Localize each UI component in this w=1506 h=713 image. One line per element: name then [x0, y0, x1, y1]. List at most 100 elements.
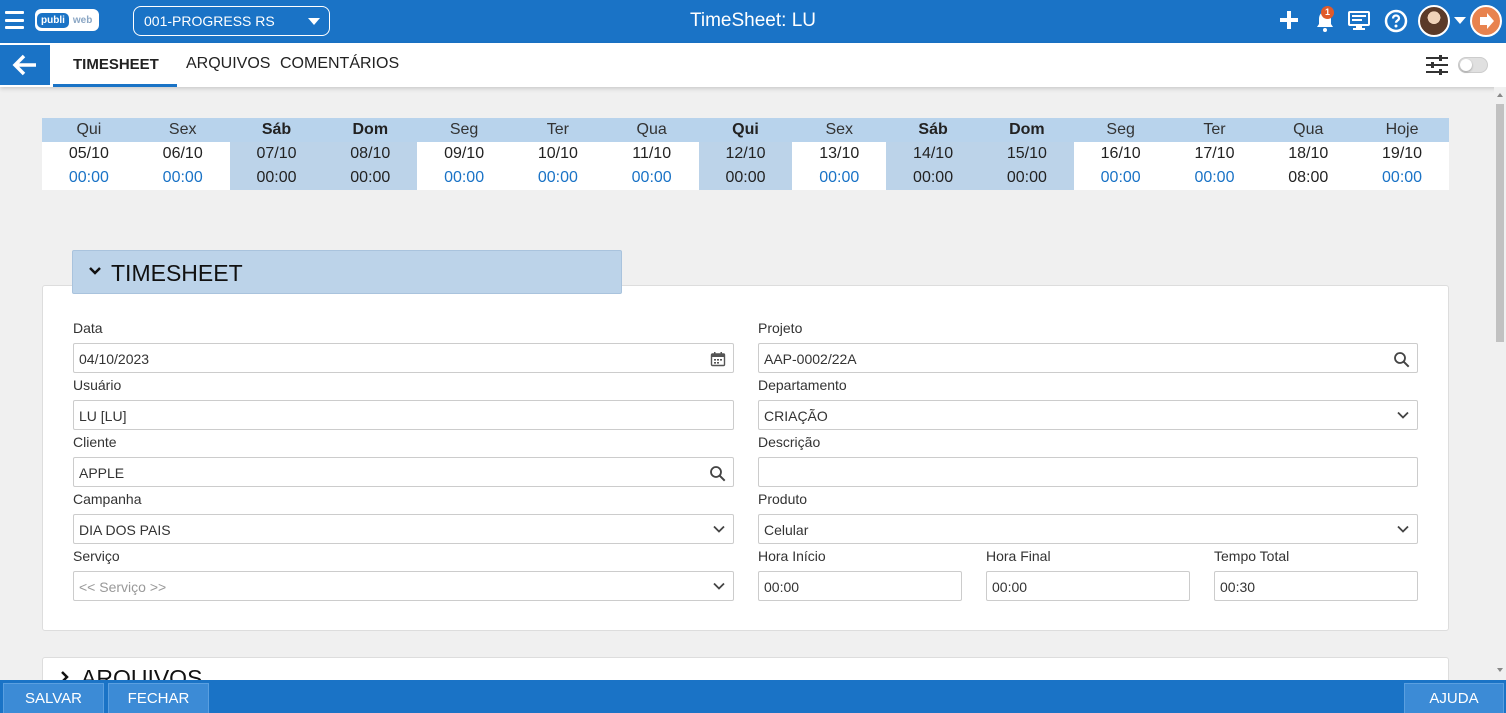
date-field-value: 04/10/2023 — [79, 351, 150, 367]
logo-text-publi: publi — [37, 12, 69, 28]
help-button[interactable]: AJUDA — [1404, 683, 1504, 713]
servico-select-placeholder: << Serviço >> — [79, 579, 167, 595]
calendar-day[interactable]: Qua 18/10 08:00 — [1261, 118, 1356, 190]
day-date: 19/10 — [1355, 142, 1449, 166]
calendar-day[interactable]: Dom 15/10 00:00 — [979, 118, 1074, 190]
scroll-down-icon[interactable] — [1497, 668, 1503, 672]
calendar-day[interactable]: Qui 05/10 00:00 — [42, 118, 136, 190]
day-hours: 00:00 — [979, 166, 1074, 190]
campanha-select-value: DIA DOS PAIS — [79, 522, 171, 538]
view-toggle[interactable] — [1458, 57, 1488, 73]
servico-select[interactable]: << Serviço >> — [73, 571, 734, 601]
calendar-day[interactable]: Qui 12/10 00:00 — [698, 118, 793, 190]
day-date: 08/10 — [323, 142, 418, 166]
day-date: 18/10 — [1261, 142, 1356, 166]
day-date: 10/10 — [510, 142, 605, 166]
calendar-day[interactable]: Sex 13/10 00:00 — [792, 118, 887, 190]
day-weekday: Qua — [604, 118, 699, 142]
day-hours: 00:00 — [698, 166, 793, 190]
tempo-total-value: 00:30 — [1220, 579, 1256, 595]
logout-icon — [1480, 13, 1494, 29]
descricao-field[interactable] — [758, 457, 1418, 487]
company-select[interactable]: 001-PROGRESS RS — [133, 6, 330, 36]
scrollbar-thumb[interactable] — [1496, 104, 1504, 342]
departamento-label: Departamento — [758, 377, 847, 393]
day-hours: 00:00 — [135, 166, 230, 190]
sliders-icon[interactable] — [1425, 54, 1449, 76]
day-hours: 00:00 — [42, 166, 136, 190]
calendar-day[interactable]: Dom 08/10 00:00 — [323, 118, 418, 190]
chevron-down-icon — [1397, 411, 1409, 419]
day-hours: 00:00 — [1355, 166, 1449, 190]
day-weekday: Qui — [698, 118, 793, 142]
hora-inicio-field[interactable]: 00:00 — [758, 571, 962, 601]
projeto-field-value: AAP-0002/22A — [764, 351, 857, 367]
day-weekday: Sáb — [886, 118, 980, 142]
calendar-day[interactable]: Sáb 07/10 00:00 — [229, 118, 324, 190]
day-hours: 00:00 — [323, 166, 418, 190]
day-weekday: Qui — [42, 118, 136, 142]
day-date: 05/10 — [42, 142, 136, 166]
usuario-label: Usuário — [73, 377, 122, 393]
chevron-down-icon — [89, 267, 101, 275]
chevron-down-icon — [1397, 525, 1409, 533]
notifications-button[interactable]: 1 — [1314, 6, 1336, 38]
day-date: 06/10 — [135, 142, 230, 166]
hora-final-value: 00:00 — [992, 579, 1028, 595]
save-button[interactable]: SALVAR — [3, 683, 104, 713]
projeto-field[interactable]: AAP-0002/22A — [758, 343, 1418, 373]
cliente-field[interactable]: APPLE — [73, 457, 734, 487]
vertical-scrollbar[interactable] — [1494, 87, 1506, 680]
calendar-day[interactable]: Qua 11/10 00:00 — [604, 118, 699, 190]
chevron-down-icon — [713, 525, 725, 533]
produto-select[interactable]: Celular — [758, 514, 1418, 544]
monitor-icon[interactable] — [1348, 11, 1370, 31]
calendar-day[interactable]: Sex 06/10 00:00 — [135, 118, 230, 190]
calendar-day[interactable]: Seg 09/10 00:00 — [417, 118, 511, 190]
tab-comentarios[interactable]: COMENTÁRIOS — [280, 55, 399, 73]
plus-icon[interactable] — [1278, 8, 1300, 32]
calendar-day[interactable]: Hoje 19/10 00:00 — [1355, 118, 1449, 190]
campanha-label: Campanha — [73, 491, 142, 507]
logout-button[interactable] — [1470, 5, 1502, 37]
departamento-select[interactable]: CRIAÇÃO — [758, 400, 1418, 430]
search-icon[interactable] — [1393, 351, 1410, 368]
tab-timesheet[interactable]: TIMESHEET — [73, 56, 159, 73]
calendar-day[interactable]: Sáb 14/10 00:00 — [886, 118, 980, 190]
usuario-field[interactable]: LU [LU] — [73, 400, 734, 430]
day-weekday: Dom — [979, 118, 1074, 142]
avatar[interactable] — [1418, 5, 1450, 37]
day-date: 11/10 — [604, 142, 699, 166]
calendar-day[interactable]: Ter 17/10 00:00 — [1167, 118, 1262, 190]
calendar-day[interactable]: Seg 16/10 00:00 — [1073, 118, 1168, 190]
tempo-total-label: Tempo Total — [1214, 548, 1290, 564]
notification-badge: 1 — [1321, 6, 1334, 19]
back-button[interactable] — [0, 45, 50, 85]
search-icon[interactable] — [709, 465, 726, 482]
close-button[interactable]: FECHAR — [108, 683, 209, 713]
day-date: 14/10 — [886, 142, 980, 166]
menu-icon[interactable] — [5, 11, 24, 29]
scroll-up-icon[interactable] — [1497, 93, 1503, 97]
campanha-select[interactable]: DIA DOS PAIS — [73, 514, 734, 544]
day-hours: 00:00 — [510, 166, 605, 190]
app-logo[interactable]: publi web — [35, 9, 99, 31]
calendar-day[interactable]: Ter 10/10 00:00 — [510, 118, 605, 190]
date-field[interactable]: 04/10/2023 — [73, 343, 734, 373]
day-weekday: Seg — [1073, 118, 1168, 142]
tab-arquivos[interactable]: ARQUIVOS — [186, 55, 270, 73]
tempo-total-field[interactable]: 00:30 — [1214, 571, 1418, 601]
day-date: 15/10 — [979, 142, 1074, 166]
caret-down-icon — [308, 18, 320, 25]
calendar-icon[interactable] — [710, 351, 726, 367]
cliente-field-value: APPLE — [79, 465, 125, 481]
day-weekday: Dom — [323, 118, 418, 142]
calendar-strip: Qui 05/10 00:00 Sex 06/10 00:00 Sáb 07/10 00:0… — [42, 118, 1449, 190]
cliente-label: Cliente — [73, 434, 117, 450]
avatar-caret-icon[interactable] — [1454, 17, 1466, 24]
timesheet-section-header[interactable]: TIMESHEET — [72, 250, 622, 294]
hora-final-field[interactable]: 00:00 — [986, 571, 1190, 601]
help-icon[interactable] — [1384, 9, 1408, 33]
usuario-field-value: LU [LU] — [79, 408, 127, 424]
tab-bar: TIMESHEET ARQUIVOS COMENTÁRIOS — [0, 43, 1506, 87]
